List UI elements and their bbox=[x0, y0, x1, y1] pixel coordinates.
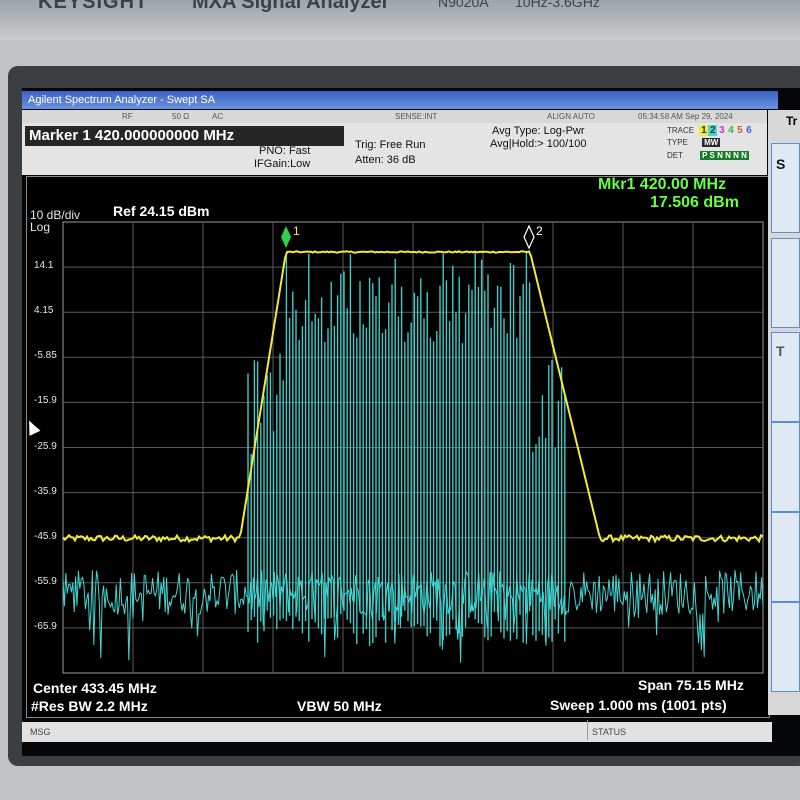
softkey-4[interactable] bbox=[771, 422, 800, 512]
res-bw: #Res BW 2.2 MHz bbox=[31, 698, 148, 714]
vbw: VBW 50 MHz bbox=[297, 698, 382, 714]
markers: 12 bbox=[281, 224, 543, 250]
center-freq: Center 433.45 MHz bbox=[33, 680, 157, 696]
message-bar: MSG STATUS bbox=[22, 720, 772, 742]
marker-2-icon bbox=[523, 224, 535, 250]
span: Span 75.15 MHz bbox=[638, 677, 744, 693]
sweep-time: Sweep 1.000 ms (1001 pts) bbox=[550, 697, 727, 713]
softkey-3[interactable]: T bbox=[771, 332, 800, 422]
softkey-menu-title: Tr bbox=[786, 114, 798, 128]
status-label: STATUS bbox=[592, 727, 627, 737]
marker-1-icon bbox=[281, 225, 291, 248]
marker-1-label: 1 bbox=[293, 224, 300, 238]
softkey-6[interactable] bbox=[771, 602, 800, 692]
msg-label: MSG bbox=[30, 727, 51, 737]
softkey-panel: Tr S T bbox=[768, 110, 800, 715]
softkey-5[interactable] bbox=[771, 512, 800, 602]
softkey-1[interactable]: S bbox=[771, 143, 800, 233]
softkey-2[interactable] bbox=[771, 238, 800, 328]
marker-2-label: 2 bbox=[536, 224, 543, 238]
